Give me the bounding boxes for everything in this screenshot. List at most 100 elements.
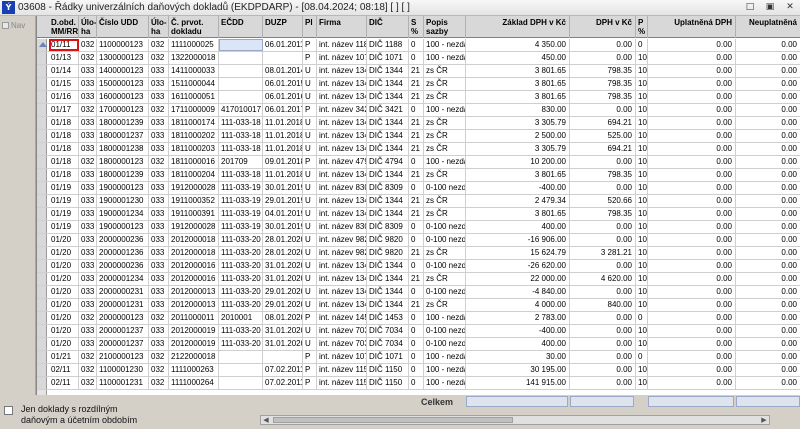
cell-s[interactable]: 21 (409, 247, 424, 259)
cell-dph[interactable]: 0.00 (570, 156, 636, 168)
cell-duzp[interactable] (263, 351, 303, 363)
cell-upl[interactable]: 0.00 (648, 91, 736, 103)
cell-duzp[interactable]: 29.01.2020 (263, 299, 303, 311)
cell-p[interactable]: 100 (636, 117, 648, 129)
cell-dic[interactable]: DIČ 1071 (367, 52, 409, 64)
cell-uloha2[interactable]: 033 (149, 195, 169, 207)
cell-s[interactable]: 0 (409, 325, 424, 337)
cell-ecdd[interactable]: 111-033-20 (219, 286, 263, 298)
cell-pi[interactable]: P (303, 39, 317, 51)
cell-uloha1[interactable]: 033 (79, 91, 97, 103)
cell-popis[interactable]: zs ČR (424, 247, 466, 259)
cell-cislo[interactable]: 1800001238 (97, 143, 149, 155)
cell-zaklad[interactable]: 400.00 (466, 221, 570, 233)
cell-obd[interactable]: 01/14 (49, 65, 79, 77)
cell-s[interactable]: 0 (409, 182, 424, 194)
cell-p[interactable]: 100 (636, 182, 648, 194)
cell-zaklad[interactable]: 141 915.00 (466, 377, 570, 389)
cell-pi[interactable]: U (303, 208, 317, 220)
cell-s[interactable]: 0 (409, 312, 424, 324)
cell-pi[interactable]: P (303, 52, 317, 64)
cell-upl[interactable]: 0.00 (648, 117, 736, 129)
cell-dph[interactable]: 0.00 (570, 338, 636, 350)
table-row[interactable]: 01/18 033 1800001238 033 1811000203 111-033-1… (37, 143, 800, 156)
cell-dic[interactable]: DIČ 1344 (367, 169, 409, 181)
cell-prvot[interactable]: 1911000391 (169, 208, 219, 220)
row-selector[interactable] (37, 377, 47, 389)
cell-zaklad[interactable]: -400.00 (466, 182, 570, 194)
table-row[interactable]: 01/15 033 1500000123 033 1511000044 06.01.201… (37, 78, 800, 91)
row-selector[interactable] (37, 65, 47, 77)
cell-upl[interactable]: 0.00 (648, 78, 736, 90)
cell-pi[interactable]: U (303, 78, 317, 90)
cell-neupl[interactable]: 0.00 (736, 130, 800, 142)
cell-uloha2[interactable]: 033 (149, 169, 169, 181)
cell-uloha2[interactable]: 033 (149, 234, 169, 246)
cell-popis[interactable]: zs ČR (424, 299, 466, 311)
cell-cislo[interactable]: 1600000123 (97, 91, 149, 103)
cell-dic[interactable]: DIČ 3421 (367, 104, 409, 116)
cell-prvot[interactable]: 1911000352 (169, 195, 219, 207)
cell-ecdd[interactable]: 111-033-18 (219, 169, 263, 181)
cell-p[interactable]: 100 (636, 65, 648, 77)
cell-pi[interactable]: U (303, 169, 317, 181)
cell-dph[interactable]: 840.00 (570, 299, 636, 311)
cell-prvot[interactable]: 1912000028 (169, 221, 219, 233)
cell-upl[interactable]: 0.00 (648, 377, 736, 389)
cell-dic[interactable]: DIČ 1344 (367, 91, 409, 103)
cell-prvot[interactable]: 1811000016 (169, 156, 219, 168)
cell-uloha1[interactable]: 033 (79, 143, 97, 155)
cell-neupl[interactable]: 0.00 (736, 143, 800, 155)
table-row[interactable]: 01/20 033 2000001237 033 2012000019 111-033-2… (37, 338, 800, 351)
cell-neupl[interactable]: 0.00 (736, 117, 800, 129)
cell-upl[interactable]: 0.00 (648, 156, 736, 168)
cell-ecdd[interactable]: 111-033-20 (219, 273, 263, 285)
cell-uloha2[interactable]: 032 (149, 156, 169, 168)
cell-duzp[interactable]: 07.02.2011 (263, 364, 303, 376)
cell-dph[interactable]: 0.00 (570, 312, 636, 324)
cell-neupl[interactable]: 0.00 (736, 247, 800, 259)
table-row[interactable]: 01/18 033 1800001239 033 1811000174 111-033-1… (37, 117, 800, 130)
cell-firma[interactable]: int. název 703 (317, 325, 367, 337)
column-header-obd[interactable]: D.obd. MM/RR (49, 16, 79, 38)
cell-neupl[interactable]: 0.00 (736, 208, 800, 220)
cell-obd[interactable]: 02/11 (49, 377, 79, 389)
cell-popis[interactable]: 0-100 nezda (424, 286, 466, 298)
cell-zaklad[interactable]: 830.00 (466, 104, 570, 116)
cell-dic[interactable]: DIČ 1344 (367, 143, 409, 155)
cell-zaklad[interactable]: 3 305.79 (466, 143, 570, 155)
cell-neupl[interactable]: 0.00 (736, 195, 800, 207)
cell-upl[interactable]: 0.00 (648, 65, 736, 77)
cell-upl[interactable]: 0.00 (648, 351, 736, 363)
cell-prvot[interactable]: 2122000018 (169, 351, 219, 363)
cell-zaklad[interactable]: 400.00 (466, 338, 570, 350)
cell-upl[interactable]: 0.00 (648, 234, 736, 246)
cell-s[interactable]: 21 (409, 65, 424, 77)
cell-neupl[interactable]: 0.00 (736, 221, 800, 233)
cell-ecdd[interactable]: 111-033-20 (219, 260, 263, 272)
cell-neupl[interactable]: 0.00 (736, 273, 800, 285)
cell-ecdd[interactable]: 111-033-19 (219, 195, 263, 207)
cell-dph[interactable]: 0.00 (570, 325, 636, 337)
cell-ecdd[interactable] (219, 91, 263, 103)
cell-upl[interactable]: 0.00 (648, 52, 736, 64)
cell-prvot[interactable]: 2012000013 (169, 286, 219, 298)
cell-pi[interactable]: P (303, 364, 317, 376)
row-selector[interactable] (37, 208, 47, 220)
cell-dic[interactable]: DIČ 1344 (367, 286, 409, 298)
cell-uloha1[interactable]: 033 (79, 286, 97, 298)
cell-prvot[interactable]: 1711000009 (169, 104, 219, 116)
cell-prvot[interactable]: 1322000018 (169, 52, 219, 64)
cell-obd[interactable]: 01/19 (49, 182, 79, 194)
cell-dph[interactable]: 0.00 (570, 377, 636, 389)
cell-dph[interactable]: 798.35 (570, 208, 636, 220)
scroll-right-icon[interactable]: ▶ (759, 416, 769, 424)
table-row[interactable]: 01/13 032 1300000123 032 1322000018 Pint. náz… (37, 52, 800, 65)
cell-pi[interactable]: U (303, 182, 317, 194)
cell-obd[interactable]: 01/20 (49, 234, 79, 246)
cell-prvot[interactable]: 1811000203 (169, 143, 219, 155)
cell-popis[interactable]: zs ČR (424, 91, 466, 103)
cell-uloha2[interactable]: 032 (149, 104, 169, 116)
cell-firma[interactable]: int. název 134 (317, 260, 367, 272)
cell-firma[interactable]: int. název 107 (317, 52, 367, 64)
